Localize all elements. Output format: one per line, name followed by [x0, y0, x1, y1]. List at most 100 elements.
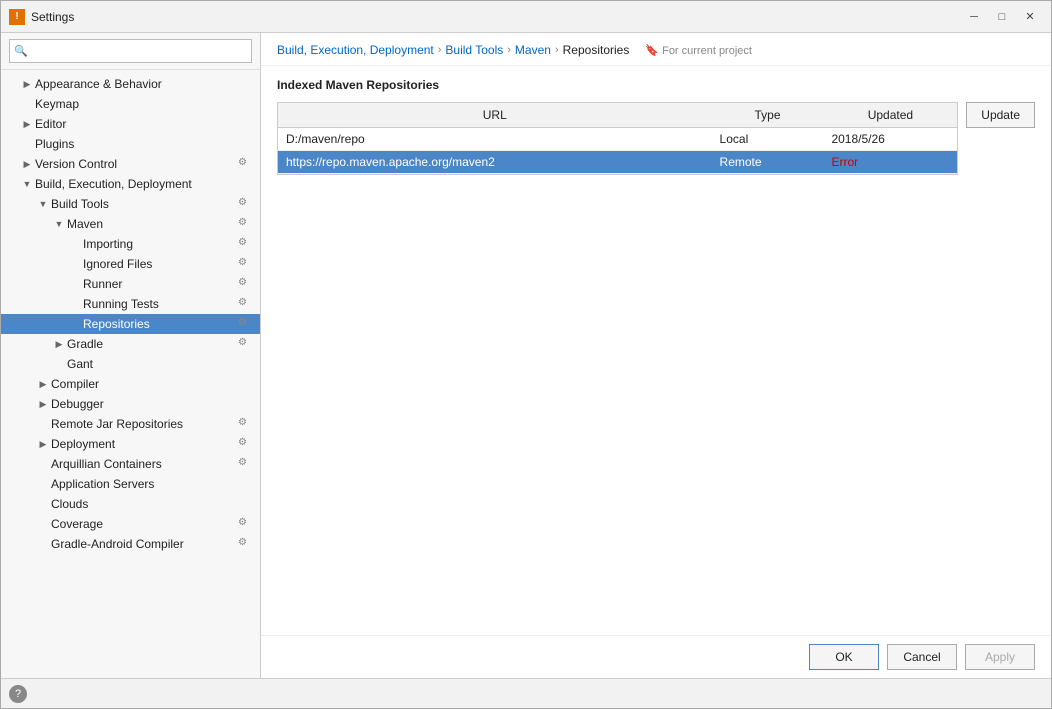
arrow-icon [69, 279, 81, 289]
sidebar-item-gradle[interactable]: ▶ Gradle ⚙ [1, 334, 260, 354]
breadcrumb-maven[interactable]: Maven [515, 43, 551, 57]
section-title: Indexed Maven Repositories [277, 78, 1035, 92]
arrow-icon: ▶ [21, 159, 33, 170]
arrow-icon [37, 459, 49, 469]
settings-icon: ⚙ [238, 157, 252, 171]
table-row[interactable]: https://repo.maven.apache.org/maven2 Rem… [278, 151, 957, 174]
close-button[interactable]: ✕ [1017, 6, 1043, 28]
sidebar-item-deployment[interactable]: ▶ Deployment ⚙ [1, 434, 260, 454]
cell-updated-error: Error [823, 151, 957, 174]
sidebar-item-appearance[interactable]: ▶ Appearance & Behavior [1, 74, 260, 94]
project-label: 🔖 For current project [645, 44, 752, 57]
arrow-icon: ▶ [37, 439, 49, 450]
cell-type: Remote [712, 151, 824, 174]
apply-button[interactable]: Apply [965, 644, 1035, 670]
settings-icon: ⚙ [238, 437, 252, 451]
sidebar-item-runner[interactable]: Runner ⚙ [1, 274, 260, 294]
settings-icon: ⚙ [238, 297, 252, 311]
sidebar-item-clouds[interactable]: Clouds [1, 494, 260, 514]
settings-icon: ⚙ [238, 537, 252, 551]
repo-table: URL Type Updated D:/maven/repo Local [278, 103, 957, 174]
sidebar-item-importing[interactable]: Importing ⚙ [1, 234, 260, 254]
sidebar-item-build-exec[interactable]: ▼ Build, Execution, Deployment [1, 174, 260, 194]
minimize-button[interactable]: ─ [961, 6, 987, 28]
arrow-icon: ▶ [53, 339, 65, 350]
main-panel: Build, Execution, Deployment › Build Too… [261, 33, 1051, 678]
window-title: Settings [31, 10, 961, 24]
repo-url-link[interactable]: https://repo.maven.apache.org/maven2 [286, 155, 495, 169]
cell-updated: 2018/5/26 [823, 128, 957, 151]
settings-icon: ⚙ [238, 217, 252, 231]
breadcrumb-build-exec[interactable]: Build, Execution, Deployment [277, 43, 434, 57]
sidebar-item-plugins[interactable]: Plugins [1, 134, 260, 154]
arrow-icon [37, 419, 49, 429]
table-wrapper: URL Type Updated D:/maven/repo Local [277, 102, 958, 175]
cell-type: Local [712, 128, 824, 151]
search-input[interactable] [9, 39, 252, 63]
arrow-icon: ▶ [37, 379, 49, 390]
cell-url: https://repo.maven.apache.org/maven2 [278, 151, 712, 174]
sidebar-item-repositories[interactable]: Repositories ⚙ [1, 314, 260, 334]
cancel-button[interactable]: Cancel [887, 644, 957, 670]
arrow-icon [37, 519, 49, 529]
maximize-button[interactable]: □ [989, 6, 1015, 28]
help-button[interactable]: ? [9, 685, 27, 703]
sidebar-item-arquillian[interactable]: Arquillian Containers ⚙ [1, 454, 260, 474]
sidebar-item-maven[interactable]: ▼ Maven ⚙ [1, 214, 260, 234]
window-controls: ─ □ ✕ [961, 6, 1043, 28]
arrow-icon [69, 239, 81, 249]
panel-actions: OK Cancel Apply [261, 635, 1051, 678]
breadcrumb-current: Repositories [563, 43, 630, 57]
sidebar-item-gant[interactable]: Gant [1, 354, 260, 374]
sidebar: 🔍 ▶ Appearance & Behavior Keymap ▶ [1, 33, 261, 678]
search-wrapper: 🔍 [9, 39, 252, 63]
arrow-icon [21, 99, 33, 109]
main-content: 🔍 ▶ Appearance & Behavior Keymap ▶ [1, 33, 1051, 678]
breadcrumb-sep-2: › [507, 44, 511, 56]
update-btn-container: Update [966, 102, 1035, 128]
arrow-icon [37, 539, 49, 549]
arrow-icon [69, 259, 81, 269]
header-row: URL Type Updated [278, 103, 957, 128]
settings-icon: ⚙ [238, 257, 252, 271]
sidebar-item-coverage[interactable]: Coverage ⚙ [1, 514, 260, 534]
settings-tree: ▶ Appearance & Behavior Keymap ▶ Editor … [1, 70, 260, 678]
sidebar-item-vcs[interactable]: ▶ Version Control ⚙ [1, 154, 260, 174]
ok-button[interactable]: OK [809, 644, 879, 670]
sidebar-item-debugger[interactable]: ▶ Debugger [1, 394, 260, 414]
breadcrumb-build-tools[interactable]: Build Tools [445, 43, 503, 57]
sidebar-item-keymap[interactable]: Keymap [1, 94, 260, 114]
arrow-icon [21, 139, 33, 149]
sidebar-item-running-tests[interactable]: Running Tests ⚙ [1, 294, 260, 314]
table-body: D:/maven/repo Local 2018/5/26 https://re… [278, 128, 957, 174]
arrow-icon: ▶ [21, 79, 33, 90]
sidebar-item-compiler[interactable]: ▶ Compiler [1, 374, 260, 394]
arrow-icon [69, 299, 81, 309]
table-row[interactable]: D:/maven/repo Local 2018/5/26 [278, 128, 957, 151]
arrow-icon [69, 319, 81, 329]
cell-url: D:/maven/repo [278, 128, 712, 151]
settings-icon: ⚙ [238, 417, 252, 431]
table-with-actions: URL Type Updated D:/maven/repo Local [277, 102, 1035, 175]
settings-window: ! Settings ─ □ ✕ 🔍 ▶ Appearance & Behavi… [0, 0, 1052, 709]
col-updated: Updated [823, 103, 957, 128]
sidebar-item-gradle-android[interactable]: Gradle-Android Compiler ⚙ [1, 534, 260, 554]
settings-icon: ⚙ [238, 237, 252, 251]
table-header: URL Type Updated [278, 103, 957, 128]
title-bar: ! Settings ─ □ ✕ [1, 1, 1051, 33]
settings-icon: ⚙ [238, 317, 252, 331]
sidebar-item-build-tools[interactable]: ▼ Build Tools ⚙ [1, 194, 260, 214]
sidebar-item-ignored-files[interactable]: Ignored Files ⚙ [1, 254, 260, 274]
col-type: Type [712, 103, 824, 128]
sidebar-item-remote-jar[interactable]: Remote Jar Repositories ⚙ [1, 414, 260, 434]
arrow-icon: ▼ [37, 199, 49, 209]
arrow-icon: ▶ [37, 399, 49, 410]
repo-table-container: URL Type Updated D:/maven/repo Local [277, 102, 958, 175]
sidebar-item-editor[interactable]: ▶ Editor [1, 114, 260, 134]
settings-icon: ⚙ [238, 337, 252, 351]
breadcrumb-sep-1: › [438, 44, 442, 56]
settings-icon: ⚙ [238, 197, 252, 211]
sidebar-item-app-servers[interactable]: Application Servers [1, 474, 260, 494]
update-button[interactable]: Update [966, 102, 1035, 128]
arrow-icon [37, 479, 49, 489]
